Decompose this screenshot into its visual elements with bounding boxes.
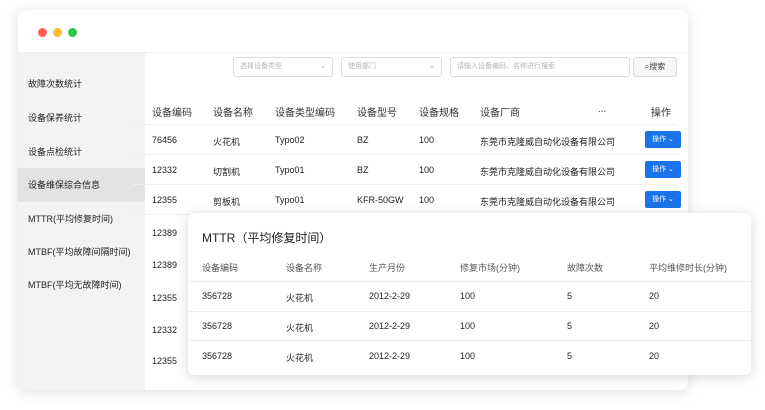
close-window-button[interactable] — [38, 28, 47, 37]
mttr-row-avg: 20 — [649, 291, 660, 301]
search-button[interactable]: ⌕搜索 — [633, 57, 677, 77]
minimize-window-button[interactable] — [53, 28, 62, 37]
header-device-spec: 设备规格 — [419, 108, 459, 119]
table-row-model: BZ — [357, 165, 369, 175]
table-row-code: 12389 — [152, 260, 178, 270]
sidebar-item-mttr[interactable]: MTTR(平均修复时间) — [18, 202, 145, 236]
row-divider — [188, 281, 751, 282]
mttr-row-month: 2012-2-29 — [369, 321, 411, 331]
chevron-down-icon: ⌄ — [320, 63, 326, 70]
table-row-code: 12389 — [152, 228, 178, 238]
table-row-model: KFR-50GW — [357, 195, 404, 205]
mttr-header-avg: 平均维修时长(分钟) — [649, 263, 727, 273]
title-bar — [18, 10, 688, 53]
device-type-placeholder: 选择设备类型 — [240, 63, 282, 70]
sidebar-item-inspection-stats[interactable]: 设备点检统计 — [18, 135, 145, 169]
mttr-header-faults: 故障次数 — [567, 263, 604, 273]
chevron-down-icon: ⌄ — [429, 63, 435, 70]
table-row-code: 12355 — [152, 293, 178, 303]
mttr-row-code: 356728 — [202, 321, 233, 331]
header-device-code: 设备编码 — [152, 108, 192, 119]
table-row-vendor: 东莞市克隆威自动化设备有限公司 — [480, 167, 616, 177]
mttr-card: MTTR（平均修复时间） 设备编码 设备名称 生产月份 修复市场(分钟) 故障次… — [188, 213, 751, 375]
mttr-row-faults: 5 — [567, 351, 573, 361]
row-divider — [133, 184, 678, 185]
device-type-select[interactable]: 选择设备类型 ⌄ — [233, 57, 333, 77]
mttr-row-name: 火花机 — [286, 323, 314, 333]
mttr-header-code: 设备编码 — [202, 263, 239, 273]
mttr-row-month: 2012-2-29 — [369, 291, 411, 301]
table-row-spec: 100 — [419, 165, 435, 175]
table-row-code: 12332 — [152, 165, 178, 175]
table-row-spec: 100 — [419, 195, 435, 205]
mttr-row-faults: 5 — [567, 321, 573, 331]
department-select[interactable]: 使用部门 ⌄ — [341, 57, 442, 77]
table-row-vendor: 东莞市克隆威自动化设备有限公司 — [480, 197, 616, 207]
operation-label: 操作 — [652, 166, 667, 173]
mttr-row-repair: 100 — [460, 291, 476, 301]
row-divider — [133, 124, 678, 125]
mttr-row-avg: 20 — [649, 321, 660, 331]
table-row-code: 76456 — [152, 135, 178, 145]
table-row-type: Typo01 — [275, 195, 305, 205]
table-row-name: 火花机 — [213, 137, 241, 147]
header-more: ... — [598, 104, 607, 115]
table-row-type: Typo01 — [275, 165, 305, 175]
chevron-down-icon: ⌄ — [668, 196, 674, 203]
operation-button[interactable]: 操作 ⌄ — [645, 131, 681, 148]
table-row-vendor: 东莞市克隆威自动化设备有限公司 — [480, 137, 616, 147]
sidebar-item-mtbf-no-fault[interactable]: MTBF(平均无故障时间) — [18, 268, 145, 302]
table-row-code: 12332 — [152, 325, 178, 335]
header-operation: 操作 — [651, 108, 671, 119]
table-row-code: 12355 — [152, 195, 178, 205]
search-placeholder: 请输入设备编码、名称进行搜索 — [457, 63, 555, 70]
mttr-row-name: 火花机 — [286, 353, 314, 363]
table-row-name: 剪板机 — [213, 197, 241, 207]
row-divider — [188, 311, 751, 312]
row-divider — [188, 340, 751, 341]
table-row-name: 切割机 — [213, 167, 241, 177]
sidebar-item-maintenance-stats[interactable]: 设备保养统计 — [18, 101, 145, 135]
header-device-model: 设备型号 — [357, 108, 397, 119]
header-device-name: 设备名称 — [213, 108, 253, 119]
filter-bar: 选择设备类型 ⌄ 使用部门 ⌄ 请输入设备编码、名称进行搜索 ⌕搜索 — [0, 57, 765, 77]
operation-label: 操作 — [652, 136, 667, 143]
mttr-row-avg: 20 — [649, 351, 660, 361]
maximize-window-button[interactable] — [68, 28, 77, 37]
mttr-row-faults: 5 — [567, 291, 573, 301]
search-button-label: 搜索 — [649, 62, 666, 71]
operation-label: 操作 — [652, 196, 667, 203]
table-row-code: 12355 — [152, 356, 178, 366]
mttr-row-repair: 100 — [460, 351, 476, 361]
chevron-down-icon: ⌄ — [668, 136, 674, 143]
operation-button[interactable]: 操作 ⌄ — [645, 191, 681, 208]
mttr-row-month: 2012-2-29 — [369, 351, 411, 361]
header-device-type-code: 设备类型编码 — [275, 108, 335, 119]
table-row-spec: 100 — [419, 135, 435, 145]
header-device-vendor: 设备厂商 — [480, 108, 520, 119]
mttr-row-code: 356728 — [202, 351, 233, 361]
mttr-row-repair: 100 — [460, 321, 476, 331]
operation-button[interactable]: 操作 ⌄ — [645, 161, 681, 178]
department-placeholder: 使用部门 — [348, 63, 376, 70]
mttr-header-month: 生产月份 — [369, 263, 406, 273]
search-input[interactable]: 请输入设备编码、名称进行搜索 — [450, 57, 630, 77]
sidebar-item-mtbf-interval[interactable]: MTBF(平均故障间隔时间) — [18, 235, 145, 269]
table-row-type: Typo02 — [275, 135, 305, 145]
row-divider — [133, 154, 678, 155]
chevron-down-icon: ⌄ — [668, 166, 674, 173]
mttr-row-code: 356728 — [202, 291, 233, 301]
mttr-row-name: 火花机 — [286, 293, 314, 303]
mttr-header-repair: 修复市场(分钟) — [460, 263, 520, 273]
table-row-model: BZ — [357, 135, 369, 145]
mttr-card-title: MTTR（平均修复时间） — [202, 231, 332, 245]
sidebar-item-maintenance-overview[interactable]: 设备维保综合信息 — [18, 168, 145, 202]
mttr-header-name: 设备名称 — [286, 263, 323, 273]
sidebar: 故障次数统计 设备保养统计 设备点检统计 设备维保综合信息 MTTR(平均修复时… — [18, 53, 145, 390]
